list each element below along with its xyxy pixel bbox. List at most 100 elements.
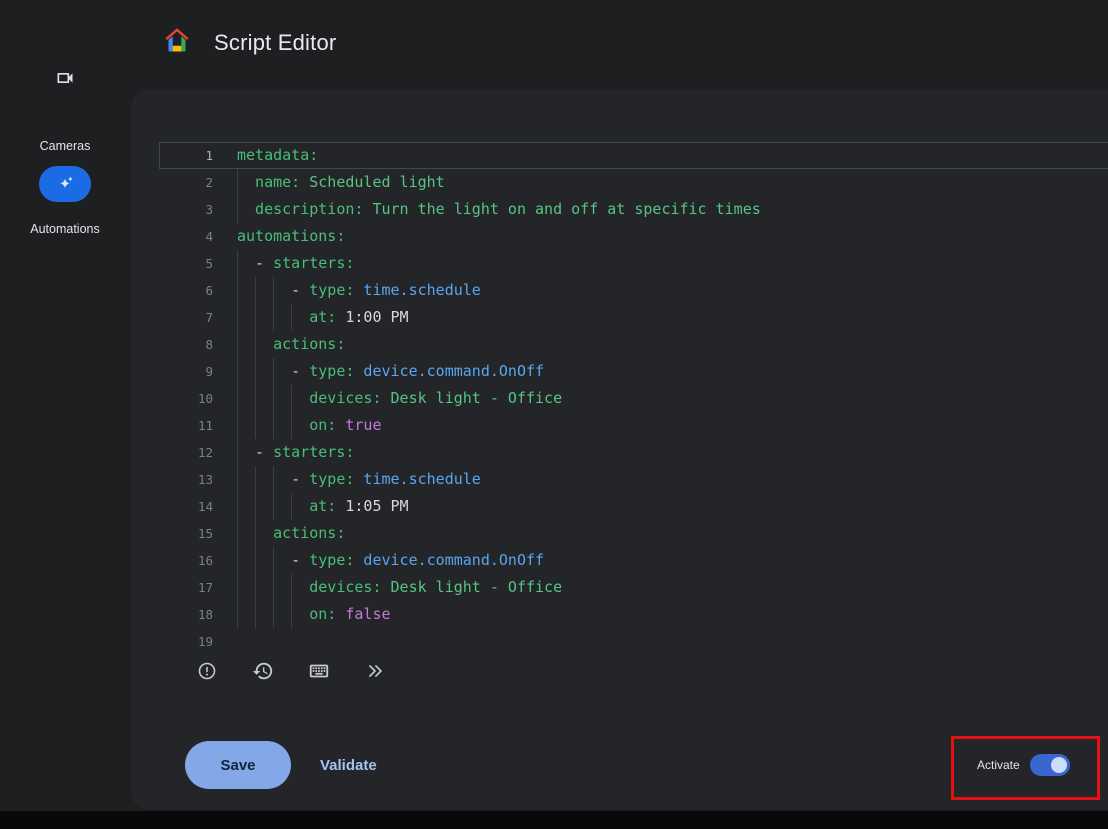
line-number: 11 bbox=[159, 412, 213, 439]
line-number: 19 bbox=[159, 628, 213, 655]
indent-guides bbox=[237, 358, 291, 385]
sidebar: Cameras Automations bbox=[0, 0, 130, 829]
token-str: Desk light - Office bbox=[391, 385, 563, 412]
more-chevrons-button[interactable] bbox=[362, 658, 388, 684]
code-line[interactable]: 9- type: device.command.OnOff bbox=[159, 358, 1108, 385]
code-line[interactable]: 5- starters: bbox=[159, 250, 1108, 277]
line-number: 4 bbox=[159, 223, 213, 250]
code-text: - starters: bbox=[213, 250, 354, 277]
code-text: description: Turn the light on and off a… bbox=[213, 196, 761, 223]
code-text: - type: device.command.OnOff bbox=[213, 547, 544, 574]
line-number: 2 bbox=[159, 169, 213, 196]
code-line[interactable]: 17devices: Desk light - Office bbox=[159, 574, 1108, 601]
page-title: Script Editor bbox=[214, 28, 336, 58]
token-type: device.command.OnOff bbox=[363, 358, 544, 385]
token-type: device.command.OnOff bbox=[363, 547, 544, 574]
token-key: devices: bbox=[309, 385, 390, 412]
code-line[interactable]: 11 on: true bbox=[159, 412, 1108, 439]
sidebar-item-cameras[interactable]: Cameras bbox=[0, 60, 130, 153]
token-key: automations: bbox=[237, 223, 345, 250]
code-line[interactable]: 13- type: time.schedule bbox=[159, 466, 1108, 493]
automation-sparkle-icon bbox=[39, 166, 91, 202]
code-editor[interactable]: 1metadata:2name: Scheduled light3descrip… bbox=[159, 142, 1108, 655]
videocam-icon bbox=[39, 60, 91, 96]
indent-guides bbox=[237, 277, 291, 304]
code-line[interactable]: 18on: false bbox=[159, 601, 1108, 628]
keyboard-button[interactable] bbox=[306, 658, 332, 684]
token-key: starters: bbox=[273, 250, 354, 277]
token-key: type: bbox=[309, 277, 363, 304]
problems-button[interactable] bbox=[194, 658, 220, 684]
token-bool: false bbox=[345, 601, 390, 628]
code-text: on: false bbox=[213, 601, 391, 628]
token-val: 1:00 PM bbox=[345, 304, 408, 331]
indent-guides bbox=[237, 574, 309, 601]
token-key: type: bbox=[309, 466, 363, 493]
code-line[interactable]: 6- type: time.schedule bbox=[159, 277, 1108, 304]
line-number: 17 bbox=[159, 574, 213, 601]
activate-label: Activate bbox=[977, 758, 1020, 772]
line-number: 3 bbox=[159, 196, 213, 223]
line-number: 5 bbox=[159, 250, 213, 277]
line-number: 13 bbox=[159, 466, 213, 493]
code-text: name: Scheduled light bbox=[213, 169, 445, 196]
indent-guides bbox=[237, 304, 309, 331]
line-number: 8 bbox=[159, 331, 213, 358]
code-line[interactable]: 2name: Scheduled light bbox=[159, 169, 1108, 196]
validate-button[interactable]: Validate bbox=[304, 741, 393, 789]
indent-guides bbox=[237, 196, 255, 223]
line-number: 14 bbox=[159, 493, 213, 520]
line-number: 16 bbox=[159, 547, 213, 574]
code-line[interactable]: 16- type: device.command.OnOff bbox=[159, 547, 1108, 574]
code-line[interactable]: 7at: 1:00 PM bbox=[159, 304, 1108, 331]
indent-guides bbox=[237, 412, 309, 439]
bottom-strip bbox=[0, 811, 1108, 829]
code-line[interactable]: 3description: Turn the light on and off … bbox=[159, 196, 1108, 223]
toggle-thumb bbox=[1051, 757, 1067, 773]
activate-control: Activate bbox=[977, 753, 1070, 777]
code-line[interactable]: 12- starters: bbox=[159, 439, 1108, 466]
code-line[interactable]: 10devices: Desk light - Office bbox=[159, 385, 1108, 412]
line-number: 12 bbox=[159, 439, 213, 466]
code-line[interactable]: 1 metadata: bbox=[159, 142, 1108, 169]
token-str: Desk light - Office bbox=[391, 574, 563, 601]
code-text: devices: Desk light - Office bbox=[213, 385, 562, 412]
code-text: at: 1:00 PM bbox=[213, 304, 409, 331]
line-number: 10 bbox=[159, 385, 213, 412]
code-text: devices: Desk light - Office bbox=[213, 574, 562, 601]
code-line[interactable]: 14at: 1:05 PM bbox=[159, 493, 1108, 520]
indent-guides bbox=[237, 331, 273, 358]
code-line[interactable]: 19 bbox=[159, 628, 1108, 655]
token-type: time.schedule bbox=[363, 466, 480, 493]
token-bool: true bbox=[345, 412, 381, 439]
code-text bbox=[213, 628, 237, 655]
google-home-logo-icon[interactable] bbox=[162, 25, 192, 55]
token-key: at: bbox=[309, 304, 345, 331]
token-key: description: bbox=[255, 196, 372, 223]
sidebar-item-automations[interactable]: Automations bbox=[0, 166, 130, 236]
token-key: actions: bbox=[273, 331, 345, 358]
code-text: metadata: bbox=[213, 142, 318, 169]
code-text: - type: time.schedule bbox=[213, 466, 481, 493]
token-key: metadata: bbox=[237, 142, 318, 169]
token-type: time.schedule bbox=[363, 277, 480, 304]
save-button[interactable]: Save bbox=[185, 741, 291, 789]
token-key: on: bbox=[309, 601, 345, 628]
token-punc: - bbox=[291, 466, 309, 493]
activate-toggle[interactable] bbox=[1030, 754, 1070, 776]
code-text: actions: bbox=[213, 331, 345, 358]
code-text: - type: time.schedule bbox=[213, 277, 481, 304]
token-punc: - bbox=[255, 250, 273, 277]
code-line[interactable]: 4 automations: bbox=[159, 223, 1108, 250]
token-punc: - bbox=[291, 358, 309, 385]
code-text: - type: device.command.OnOff bbox=[213, 358, 544, 385]
indent-guides bbox=[237, 493, 309, 520]
line-number: 1 bbox=[159, 142, 213, 169]
token-key: on: bbox=[309, 412, 345, 439]
line-number: 18 bbox=[159, 601, 213, 628]
token-punc: - bbox=[291, 547, 309, 574]
code-line[interactable]: 15actions: bbox=[159, 520, 1108, 547]
indent-guides bbox=[237, 169, 255, 196]
history-button[interactable] bbox=[250, 658, 276, 684]
code-line[interactable]: 8 actions: bbox=[159, 331, 1108, 358]
